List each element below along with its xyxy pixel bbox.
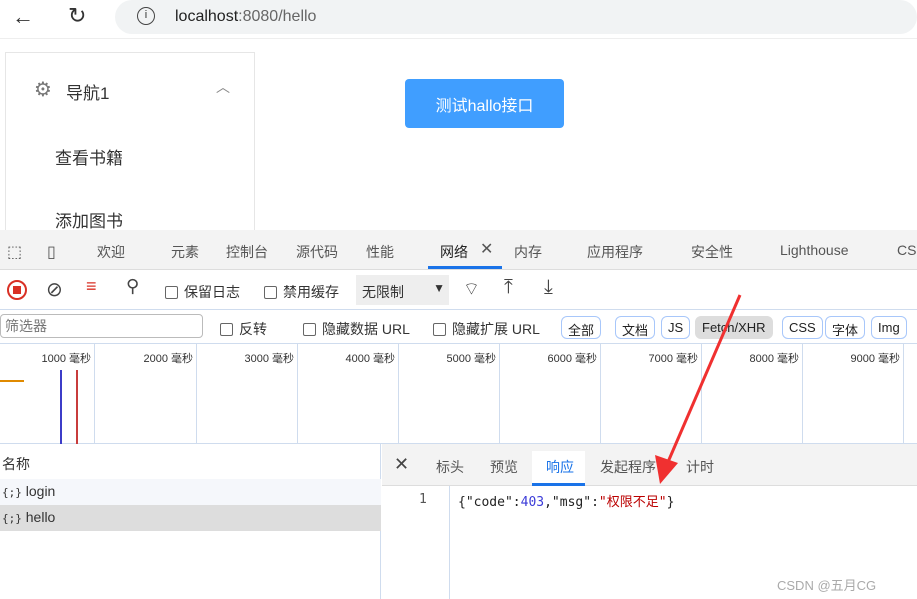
- tab-css[interactable]: CSS: [897, 242, 917, 258]
- url-path: :8080/hello: [238, 8, 317, 25]
- type-doc[interactable]: 文档: [615, 316, 656, 339]
- timeline-tick: 6000 毫秒: [500, 344, 601, 444]
- tab-network[interactable]: 网络: [440, 242, 468, 262]
- type-fetch-xhr[interactable]: Fetch/XHR: [695, 316, 773, 339]
- tab-console[interactable]: 控制台: [226, 242, 268, 262]
- reload-icon[interactable]: ↻: [68, 3, 86, 29]
- disable-cache-checkbox[interactable]: 禁用缓存: [264, 282, 339, 302]
- info-icon[interactable]: i: [137, 7, 155, 25]
- record-icon[interactable]: [7, 280, 27, 300]
- preserve-log-checkbox[interactable]: 保留日志: [165, 282, 240, 302]
- column-header-name[interactable]: 名称: [0, 450, 381, 480]
- tab-sources[interactable]: 源代码: [296, 242, 338, 262]
- tab-timing[interactable]: 计时: [686, 457, 714, 477]
- throttle-select[interactable]: 无限制 ▼: [356, 275, 449, 305]
- tab-application[interactable]: 应用程序: [587, 242, 643, 262]
- invert-checkbox[interactable]: 反转: [220, 319, 267, 339]
- xhr-icon: {;}: [2, 512, 22, 525]
- timeline-tick: 2000 毫秒: [96, 344, 197, 444]
- tab-lighthouse[interactable]: Lighthouse: [780, 242, 849, 258]
- type-css[interactable]: CSS: [782, 316, 823, 339]
- browser-toolbar: ← ↻ i localhost:8080/hello: [0, 0, 917, 38]
- type-img[interactable]: Img: [871, 316, 907, 339]
- device-icon[interactable]: ▯: [47, 242, 56, 262]
- chevron-up-icon[interactable]: ︿: [216, 77, 230, 97]
- tab-headers[interactable]: 标头: [436, 457, 464, 477]
- tab-response[interactable]: 响应: [532, 451, 585, 486]
- network-toolbar: ⊘ ≡ ⚲ 保留日志 禁用缓存 无限制 ▼ ⌔ ⤒ ⤓: [0, 270, 917, 310]
- timeline-tick: 1000 毫秒: [0, 344, 95, 444]
- active-tab-indicator: [428, 266, 502, 269]
- filter-bar: 反转 隐藏数据 URL 隐藏扩展 URL 全部 文档 JS Fetch/XHR …: [0, 310, 917, 344]
- test-hallo-button[interactable]: 测试hallo接口: [405, 79, 564, 128]
- timeline-tick: 3000 毫秒: [197, 344, 298, 444]
- close-icon[interactable]: ✕: [394, 454, 409, 475]
- tab-performance[interactable]: 性能: [366, 242, 394, 262]
- export-har-icon[interactable]: ⤓: [544, 276, 553, 299]
- xhr-icon: {;}: [2, 486, 22, 499]
- detail-tabs: ✕ 标头 预览 响应 发起程序 计时: [382, 444, 917, 486]
- tab-preview[interactable]: 预览: [490, 457, 518, 477]
- timeline-tick: 5000 毫秒: [399, 344, 500, 444]
- tab-security[interactable]: 安全性: [691, 242, 733, 262]
- gear-icon: ⚙: [34, 79, 52, 101]
- timeline-tick: 4000 毫秒: [298, 344, 399, 444]
- tab-initiator[interactable]: 发起程序: [600, 457, 656, 477]
- filter-icon[interactable]: ≡: [86, 276, 97, 297]
- response-body[interactable]: {"code":403,"msg":"权限不足"}: [458, 491, 674, 510]
- hide-extension-url-checkbox[interactable]: 隐藏扩展 URL: [433, 319, 540, 339]
- type-all[interactable]: 全部: [561, 316, 602, 339]
- timeline-tick: 8000 毫秒: [702, 344, 803, 444]
- timeline-tick: 9000 毫秒: [803, 344, 904, 444]
- sidebar-group-label: 导航1: [66, 84, 110, 103]
- close-icon[interactable]: ✕: [480, 239, 493, 259]
- timeline-overview[interactable]: 1000 毫秒 2000 毫秒 3000 毫秒 4000 毫秒 5000 毫秒 …: [0, 344, 917, 444]
- request-list: 名称 {;} login {;} hello: [0, 444, 381, 599]
- search-icon[interactable]: ⚲: [126, 276, 139, 297]
- inspect-icon[interactable]: ⬚: [7, 242, 22, 262]
- line-number: 1: [419, 492, 427, 507]
- tab-welcome[interactable]: 欢迎: [97, 242, 125, 262]
- timeline-tick: 7000 毫秒: [601, 344, 702, 444]
- hide-data-url-checkbox[interactable]: 隐藏数据 URL: [303, 319, 410, 339]
- type-font[interactable]: 字体: [825, 316, 866, 339]
- url-host: localhost: [175, 8, 239, 25]
- filter-input[interactable]: [0, 314, 203, 338]
- tab-memory[interactable]: 内存: [514, 242, 542, 262]
- sidebar-item-view-books[interactable]: 查看书籍: [55, 144, 123, 169]
- request-row-selected[interactable]: {;} hello: [0, 505, 381, 531]
- sidebar: ⚙ 导航1 ︿ 查看书籍 添加图书: [5, 52, 255, 232]
- address-bar[interactable]: i localhost:8080/hello: [115, 0, 917, 34]
- watermark: CSDN @五月CG: [777, 578, 877, 593]
- tab-elements[interactable]: 元素: [171, 242, 199, 262]
- sidebar-group-nav1[interactable]: ⚙ 导航1 ︿: [6, 71, 254, 107]
- type-js[interactable]: JS: [661, 316, 691, 339]
- sidebar-item-add-book[interactable]: 添加图书: [55, 207, 123, 232]
- devtools-tabs: ⬚ ▯ 欢迎 元素 控制台 源代码 性能 网络 ✕ 内存 应用程序 安全性 Li…: [0, 230, 917, 270]
- clear-icon[interactable]: ⊘: [46, 277, 63, 302]
- response-panel: ✕ 标头 预览 响应 发起程序 计时 1 {"code":403,"msg":"…: [382, 444, 917, 599]
- network-conditions-icon[interactable]: ⌔: [463, 278, 480, 301]
- request-row[interactable]: {;} login: [0, 479, 381, 505]
- import-har-icon[interactable]: ⤒: [504, 276, 513, 299]
- back-icon[interactable]: ←: [12, 4, 34, 30]
